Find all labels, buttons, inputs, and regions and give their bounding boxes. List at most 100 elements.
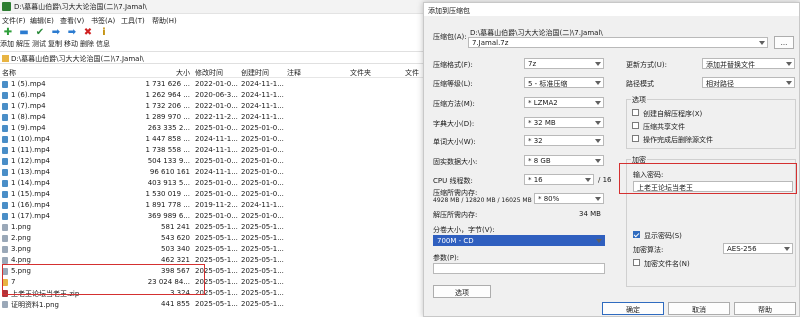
file-size: 1 891 778 ... [145, 201, 190, 209]
update-mode-select[interactable]: 添加并替换文件 [702, 58, 795, 69]
file-row[interactable]: 1 (16).mp4 1 891 778 ... 2019-11-2... 2024-… [0, 200, 430, 211]
column-comment[interactable]: 注释 [287, 68, 301, 78]
browse-button[interactable]: ... [774, 36, 794, 49]
file-row[interactable]: 1 (7).mp4 1 732 206 ... 2022-01-0... 2024-1… [0, 101, 430, 112]
dictionary-select[interactable]: * 32 MB [524, 117, 604, 128]
toolbar-info-button[interactable]: i 信息 [96, 26, 111, 50]
file-row[interactable]: 1.png 581 241 2025-05-1... 2025-05-1... [0, 222, 430, 233]
address-bar[interactable]: D:\墓暮山伯爵\习大大论治国(二)\7.Jamal\ [0, 53, 430, 64]
options-button[interactable]: 选项 [433, 285, 491, 298]
file-row[interactable]: 1 (13).mp4 96 610 161 2024-11-1... 2025-01-… [0, 167, 430, 178]
file-size: 96 610 161 [149, 168, 190, 176]
column-size[interactable]: 大小 [176, 68, 190, 78]
file-row[interactable]: 1 (9).mp4 263 335 2... 2025-01-0... 2025-01… [0, 123, 430, 134]
file-row[interactable]: 1 (8).mp4 1 289 970 ... 2022-11-2... 2024-1… [0, 112, 430, 123]
file-modified: 2025-01-0... [195, 190, 238, 198]
dialog-title-bar: 添加到压缩包 [424, 3, 799, 16]
menu-file[interactable]: 文件(F) [2, 16, 26, 26]
add-to-archive-dialog: 添加到压缩包 压缩包(A): D:\墓暮山伯爵\习大大论治国(二)\7.Jama… [423, 2, 800, 317]
toolbar-test-button[interactable]: ✔ 测试 [32, 26, 47, 50]
video-file-icon [2, 147, 8, 154]
video-file-icon [2, 180, 8, 187]
cancel-button[interactable]: 取消 [668, 302, 730, 315]
file-modified: 2025-01-0... [195, 179, 238, 187]
file-name: 2.png [11, 234, 32, 242]
file-created: 2025-01-0... [241, 135, 284, 143]
video-file-icon [2, 202, 8, 209]
column-files[interactable]: 文件 [405, 68, 419, 78]
file-created: 2025-01-0... [241, 124, 284, 132]
parameters-input[interactable] [433, 263, 605, 274]
file-row[interactable]: 证明资料1.png 441 855 2025-05-1... 2025-05-1... [0, 299, 430, 310]
column-created[interactable]: 创建时间 [241, 68, 269, 78]
file-created: 2025-01-0... [241, 146, 284, 154]
column-modified[interactable]: 修改时间 [195, 68, 223, 78]
menu-view[interactable]: 查看(V) [60, 16, 84, 26]
level-select[interactable]: 5 - 标准压缩 [524, 77, 604, 88]
split-volume-combo[interactable]: 700M - CD [433, 235, 605, 246]
toolbar: ✚ 添加 ▬ 解压 ✔ 测试 ➡ 复制 ➡ 移动 ✖ 删除 i 信息 [0, 26, 430, 52]
method-label: 压缩方法(M): [433, 100, 475, 108]
video-file-icon [2, 191, 8, 198]
solid-block-label: 固实数据大小: [433, 158, 478, 166]
file-name: 1 (12).mp4 [11, 157, 50, 165]
column-folders[interactable]: 文件夹 [350, 68, 371, 78]
encryption-method-select[interactable]: AES-256 [723, 243, 793, 254]
menu-bookmarks[interactable]: 书签(A) [91, 16, 115, 26]
file-name: 证明资料1.png [11, 301, 60, 309]
word-size-select[interactable]: * 32 [524, 135, 604, 146]
solid-block-select[interactable]: * 8 GB [524, 155, 604, 166]
memory-percent-select[interactable]: * 80% [534, 193, 604, 204]
image-file-icon [2, 224, 8, 231]
chevron-down-icon [595, 81, 601, 85]
menu-edit[interactable]: 编辑(E) [30, 16, 54, 26]
toolbar-extract-button[interactable]: ▬ 解压 [16, 26, 31, 50]
file-row[interactable]: 3.png 503 340 2025-05-1... 2025-05-1... [0, 244, 430, 255]
toolbar-move-button[interactable]: ➡ 移动 [64, 26, 79, 50]
decompress-memory-label: 解压所需内存: [433, 211, 478, 219]
method-select[interactable]: * LZMA2 [524, 97, 604, 108]
file-row[interactable]: 1 (17).mp4 369 989 6... 2025-01-0... 2025-0… [0, 211, 430, 222]
toolbar-add-button[interactable]: ✚ 添加 [0, 26, 15, 50]
file-modified: 2024-11-1... [195, 146, 238, 154]
format-select[interactable]: 7z [524, 58, 604, 69]
path-mode-label: 路径模式 [626, 80, 654, 88]
toolbar-copy-button[interactable]: ➡ 复制 [48, 26, 63, 50]
shared-files-checkbox[interactable] [632, 122, 639, 129]
help-button[interactable]: 帮助 [734, 302, 796, 315]
path-mode-select[interactable]: 相对路径 [702, 77, 795, 88]
file-row[interactable]: 1 (10).mp4 1 447 858 ... 2024-11-1... 2025-… [0, 134, 430, 145]
file-row[interactable]: 1 (11).mp4 1 738 558 ... 2024-11-1... 2025-… [0, 145, 430, 156]
show-password-checkbox[interactable] [633, 231, 640, 238]
threads-select[interactable]: * 16 [524, 174, 594, 185]
toolbar-delete-button[interactable]: ✖ 删除 [80, 26, 95, 50]
delete-icon: ✖ [83, 27, 93, 38]
file-created: 2025-05-1... [241, 289, 284, 297]
file-row[interactable]: 1 (6).mp4 1 262 964 ... 2020-06-3... 2024-1… [0, 90, 430, 101]
file-row[interactable]: 2.png 543 620 2025-05-1... 2025-05-1... [0, 233, 430, 244]
file-name: 3.png [11, 245, 32, 253]
file-row[interactable]: 1 (12).mp4 504 133 9... 2025-01-0... 2025-0… [0, 156, 430, 167]
file-row[interactable]: 1 (5).mp4 1 731 626 ... 2022-01-0... 2024-1… [0, 79, 430, 90]
menu-help[interactable]: 帮助(H) [152, 16, 177, 26]
file-row[interactable]: 1 (14).mp4 403 913 5... 2025-01-0... 2025-0… [0, 178, 430, 189]
encrypt-names-checkbox[interactable] [633, 259, 640, 266]
update-mode-label: 更新方式(U): [626, 61, 667, 69]
image-file-icon [2, 301, 8, 308]
sfx-checkbox[interactable] [632, 109, 639, 116]
file-modified: 2022-01-0... [195, 102, 238, 110]
file-row[interactable]: 1 (15).mp4 1 530 019 ... 2025-01-0... 2025-… [0, 189, 430, 200]
file-size: 504 133 9... [147, 157, 190, 165]
delete-after-checkbox[interactable] [632, 135, 639, 142]
menu-tools[interactable]: 工具(T) [121, 16, 145, 26]
chevron-down-icon [786, 62, 792, 66]
memory-usage-detail: 4928 MB / 12820 MB / 16025 MB [433, 197, 532, 204]
shared-files-label: 压缩共享文件 [643, 123, 685, 131]
column-name[interactable]: 名称 [2, 68, 16, 78]
file-size: 263 335 2... [147, 124, 190, 132]
file-name: 1 (6).mp4 [11, 91, 46, 99]
file-created: 2025-01-0... [241, 212, 284, 220]
ok-button[interactable]: 确定 [602, 302, 664, 315]
archive-name-combo[interactable]: 7.Jamal.7z [468, 37, 768, 48]
menu-bar: 文件(F) 编辑(E) 查看(V) 书签(A) 工具(T) 帮助(H) [0, 14, 430, 26]
